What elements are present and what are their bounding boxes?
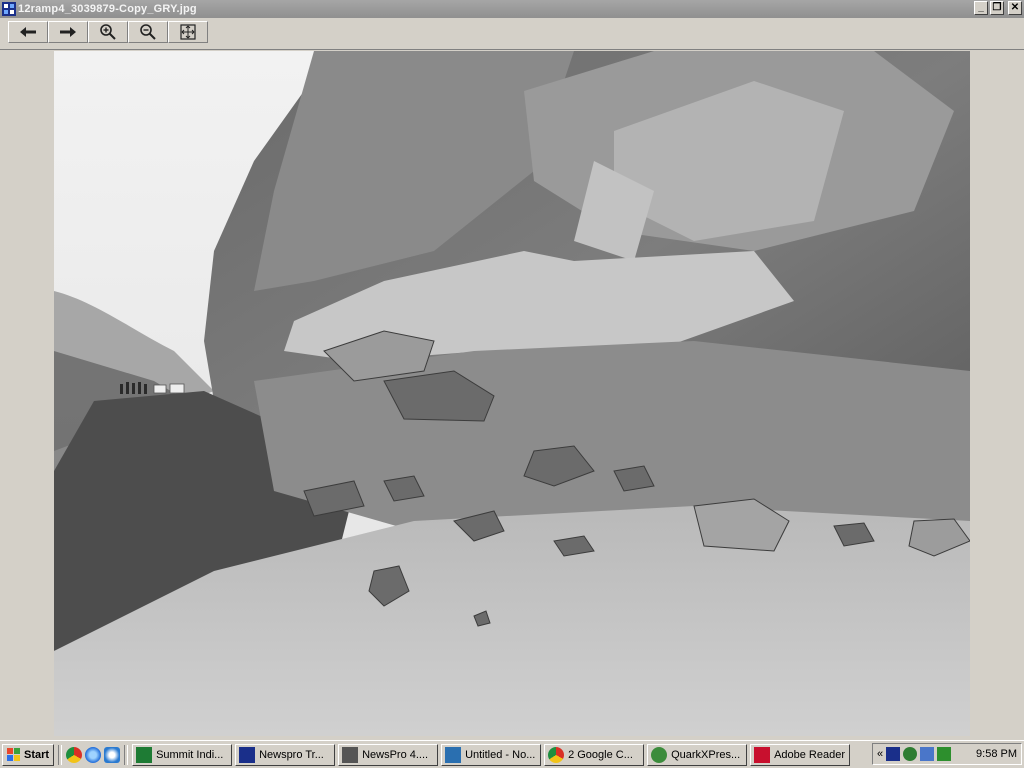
task-label: 2 Google C... [568,748,633,761]
ie-alt-icon[interactable] [104,746,121,763]
fit-window-icon [180,24,196,40]
window-title: 12ramp4_3039879-Copy_GRY.jpg [18,3,197,15]
quark-icon [651,746,668,763]
start-label: Start [24,748,50,761]
newspro-icon [239,746,256,763]
task-label: QuarkXPres... [671,748,741,761]
windows-logo-icon [7,747,20,761]
task-google-chrome[interactable]: 2 Google C... [544,743,645,766]
landslide-photo [54,51,970,736]
monitor-tray-icon[interactable] [920,747,935,761]
fit-to-window-button[interactable] [168,21,208,43]
adobe-reader-icon [754,746,771,763]
start-button[interactable]: Start [2,743,55,766]
forward-button[interactable] [48,21,88,43]
image-viewer-area [0,51,1024,740]
zoom-out-icon [140,24,156,40]
task-label: NewsPro 4.... [362,748,429,761]
excel-icon [136,746,153,763]
network-tray-icon[interactable] [903,747,918,761]
arrow-left-icon [20,27,36,37]
minimize-button[interactable]: _ [974,1,988,15]
task-newspro-4[interactable]: NewsPro 4.... [338,743,439,766]
taskbar-separator [58,744,63,765]
chrome-icon [548,746,565,763]
restore-button[interactable]: ❐ [990,1,1004,15]
task-quarkxpress[interactable]: QuarkXPres... [647,743,748,766]
task-list: Summit Indi... Newspro Tr... NewsPro 4..… [132,743,853,766]
task-adobe-reader[interactable]: Adobe Reader [750,743,851,766]
arrow-right-icon [60,27,76,37]
task-label: Adobe Reader [774,748,846,761]
task-newspro-tr[interactable]: Newspro Tr... [235,743,336,766]
internet-explorer-icon[interactable] [85,746,102,763]
app-icon [2,2,16,16]
newspro-window-icon [342,746,359,763]
taskbar-separator-2 [124,744,129,765]
clock: 9:58 PM [976,748,1017,760]
task-untitled-notepad[interactable]: Untitled - No... [441,743,542,766]
newspro-tray-icon[interactable] [886,747,901,761]
task-summit-india[interactable]: Summit Indi... [132,743,233,766]
vc-tray-icon[interactable] [937,747,952,761]
notepad-icon [445,746,462,763]
task-label: Newspro Tr... [259,748,324,761]
task-label: Untitled - No... [465,748,536,761]
title-bar: 12ramp4_3039879-Copy_GRY.jpg _ ❐ ✕ [0,0,1024,18]
quick-launch [66,746,121,763]
photo-canvas [54,51,970,736]
task-label: Summit Indi... [156,748,224,761]
toolbar [0,18,1024,50]
zoom-in-button[interactable] [88,21,128,43]
zoom-out-button[interactable] [128,21,168,43]
zoom-in-icon [100,24,116,40]
chrome-icon[interactable] [66,746,83,763]
system-tray: « 9:58 PM [872,743,1022,765]
close-button[interactable]: ✕ [1008,1,1022,15]
tray-expand-chevron[interactable]: « [877,748,883,760]
back-button[interactable] [8,21,48,43]
taskbar: Start Summit Indi... Newspro Tr... NewsP… [0,740,1024,768]
